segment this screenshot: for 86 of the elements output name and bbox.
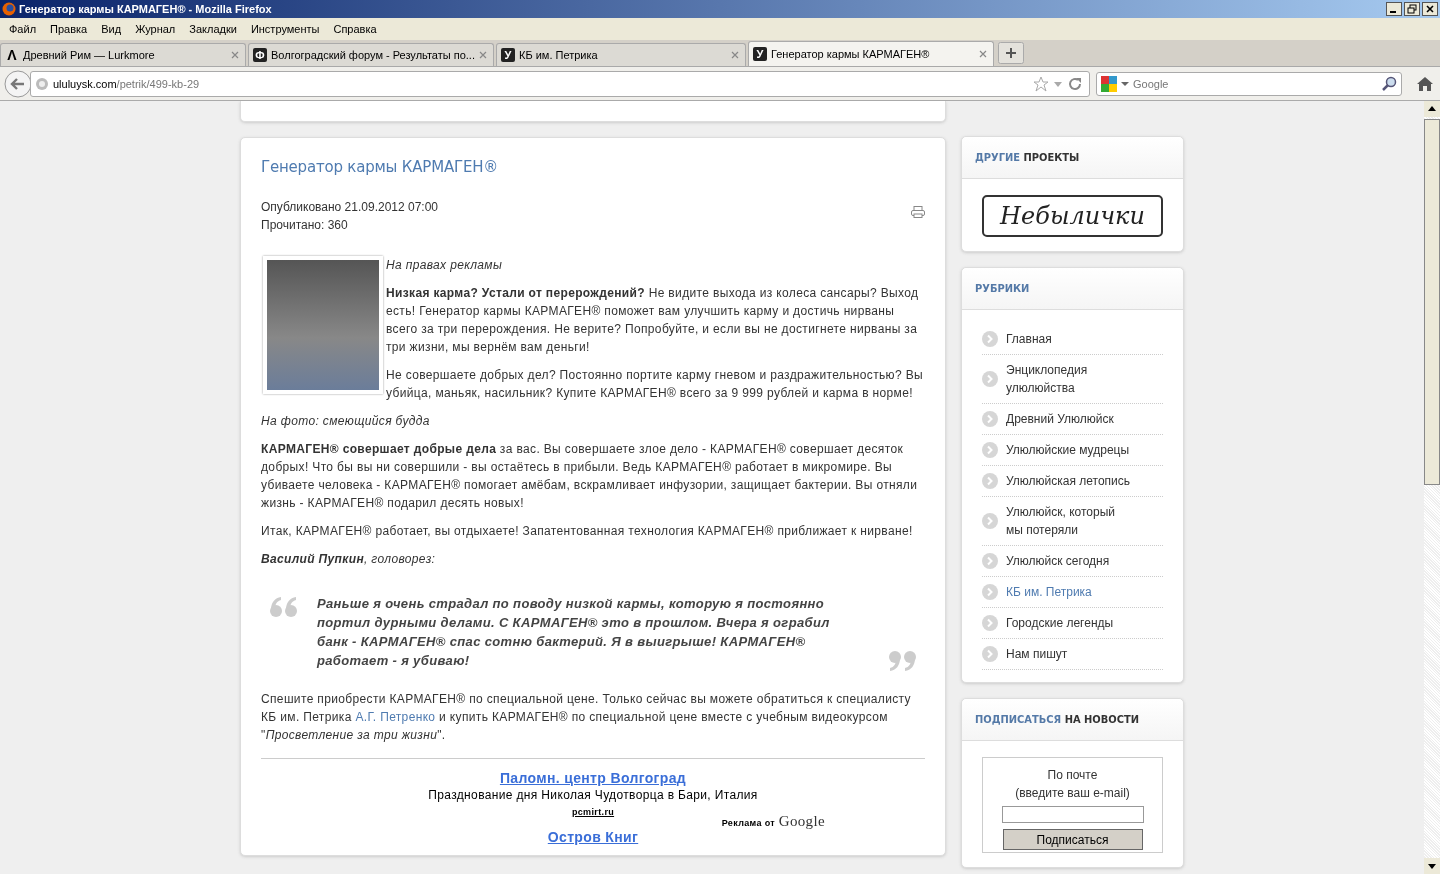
email-input[interactable] bbox=[1001, 806, 1144, 823]
menu-item[interactable]: Правка bbox=[43, 23, 95, 35]
browser-tab[interactable]: Ф Волгоградский форум - Результаты по... bbox=[248, 43, 494, 66]
rubric-link[interactable]: КБ им. Петрика bbox=[1006, 583, 1092, 601]
menu-item[interactable]: Вид bbox=[94, 23, 129, 35]
home-icon[interactable] bbox=[1416, 74, 1434, 93]
widget-heading: РУБРИКИ bbox=[962, 268, 1183, 310]
browser-tab[interactable]: У Генератор кармы КАРМАГЕН® bbox=[748, 41, 994, 66]
widget-heading: ДРУГИЕ ПРОЕКТЫ bbox=[962, 137, 1183, 179]
chevron-bullet-icon bbox=[982, 513, 998, 529]
new-tab-icon[interactable] bbox=[998, 42, 1024, 64]
restore-icon[interactable] bbox=[1404, 2, 1420, 16]
ads-by-google[interactable]: Реклама от Google bbox=[721, 812, 825, 832]
subscribe-label: (введите ваш e-mail) bbox=[1015, 785, 1130, 802]
scrollbar[interactable] bbox=[1424, 101, 1440, 874]
article-title[interactable]: Генератор кармы КАРМАГЕН® bbox=[261, 158, 925, 176]
address-field[interactable]: ululuysk.com/petrik/499-kb-29 bbox=[30, 70, 1090, 97]
printer-icon[interactable] bbox=[911, 206, 925, 218]
window-title: Генератор кармы КАРМАГЕН® - Mozilla Firefox bbox=[19, 3, 273, 15]
menu-item[interactable]: Закладки bbox=[182, 23, 244, 35]
chevron-bullet-icon bbox=[982, 615, 998, 631]
rubric-link[interactable]: Городские легенды bbox=[1006, 614, 1114, 632]
search-field[interactable]: Google bbox=[1096, 71, 1402, 96]
menu-item[interactable]: Журнал bbox=[128, 23, 183, 35]
quote-mark-icon bbox=[269, 596, 299, 618]
favicon: Ф bbox=[253, 48, 267, 62]
reload-icon[interactable] bbox=[1067, 75, 1083, 92]
search-icon[interactable] bbox=[1381, 75, 1397, 92]
rubric-link[interactable]: Улюлюйская летопись bbox=[1006, 472, 1131, 490]
photo-caption: На фото: смеющийся будда bbox=[261, 413, 431, 430]
rubric-link[interactable]: Нам пишут bbox=[1006, 645, 1068, 663]
chevron-bullet-icon bbox=[982, 553, 998, 569]
ad-description: Празднование дня Николая Чудотворца в Бари, Италия bbox=[427, 788, 759, 802]
quote-mark-icon bbox=[887, 650, 917, 672]
chevron-bullet-icon bbox=[982, 473, 998, 489]
dropdown-icon[interactable] bbox=[1121, 79, 1129, 88]
subscribe-label: По почте bbox=[1047, 767, 1098, 784]
rubric-link[interactable]: Энциклопедия улюлюйства bbox=[1006, 361, 1131, 397]
globe-icon bbox=[35, 76, 49, 91]
browser-tab[interactable]: У КБ им. Петрика bbox=[496, 43, 746, 66]
ad-url-link[interactable]: pcmirt.ru bbox=[571, 807, 615, 818]
close-icon[interactable] bbox=[1422, 2, 1438, 16]
rubric-link[interactable]: Улюлюйск сегодня bbox=[1006, 552, 1110, 570]
chevron-bullet-icon bbox=[982, 371, 998, 387]
tab-label: Генератор кармы КАРМАГЕН® bbox=[771, 48, 931, 60]
view-count: Прочитано: 360 bbox=[261, 217, 349, 234]
rubric-link[interactable]: Главная bbox=[1006, 330, 1052, 348]
author-link[interactable]: А.Г. Петренко bbox=[355, 710, 436, 724]
publish-date: Опубликовано 21.09.2012 07:00 bbox=[261, 199, 439, 216]
favicon: Λ bbox=[6, 48, 18, 62]
article-paragraph: Низкая карма? Устали от перерождений? Не видите выхода из колеса сансары? Выход есть! Генератор кармы КАРМАГЕН® поможет вам улучшить карму и достичь нирваны всего за три перерождения. Не верите? Попробуйте, и если вы не достигнете нирваны за три жизни, мы вернём вам деньги! bbox=[386, 285, 920, 356]
chevron-bullet-icon bbox=[982, 331, 998, 347]
subscribe-button[interactable]: Подписаться bbox=[1002, 829, 1143, 850]
tab-label: КБ им. Петрика bbox=[519, 49, 599, 61]
widget-heading: ПОДПИСАТЬСЯ НА НОВОСТИ bbox=[962, 699, 1183, 741]
back-icon[interactable] bbox=[4, 69, 32, 98]
ad-title-link[interactable]: Остров Книг bbox=[547, 829, 639, 845]
ad-note: На правах рекламы bbox=[386, 257, 504, 274]
minimize-icon[interactable] bbox=[1386, 2, 1402, 16]
chevron-bullet-icon bbox=[982, 584, 998, 600]
chevron-bullet-icon bbox=[982, 411, 998, 427]
menu-item[interactable]: Файл bbox=[2, 23, 44, 35]
ad-title-link[interactable]: Паломн. центр Волгоград bbox=[499, 770, 687, 786]
menu-item[interactable]: Инструменты bbox=[243, 23, 327, 35]
rubric-link[interactable]: Древний Улюлюйск bbox=[1006, 410, 1114, 428]
chevron-bullet-icon bbox=[982, 442, 998, 458]
rubric-link[interactable]: Улюлюйские мудрецы bbox=[1006, 441, 1130, 459]
star-icon[interactable] bbox=[1033, 75, 1049, 92]
chevron-bullet-icon bbox=[982, 646, 998, 662]
closing-paragraph: Спешите приобрести КАРМАГЕН® по специальной цене. Только сейчас вы можете обратиться к специалисту КБ им. Петрика А.Г. Петренко и купить КАРМАГЕН® по специальной цене вместе с учебным видеокурсом "Просветление за три жизни". bbox=[261, 691, 912, 744]
scroll-thumb[interactable] bbox=[1424, 119, 1440, 485]
scroll-up-icon[interactable] bbox=[1424, 101, 1440, 117]
banner-link[interactable]: Небылички bbox=[982, 195, 1163, 237]
article-paragraph: КАРМАГЕН® совершает добрые дела за вас. Вы совершаете злое дело - КАРМАГЕН® совершает десяток добрых! Что бы вы ни совершили - вы остаётесь в прибыли. Ведь КАРМАГЕН® работает в микромире. Вы убиваете человека - КАРМАГЕН® помогает амёбам, вскрамливает инфузории, защищает бактерии. Вы отняли жизнь - КАРМАГЕН® подарил десять новых! bbox=[261, 441, 919, 512]
rubric-link[interactable]: Улюлюйск, который мы потеряли bbox=[1006, 503, 1131, 539]
testimonial-quote: Раньше я очень страдал по поводу низкой кармы, которую я постоянно портил дурными делами. С КАРМАГЕН® это в прошлом. Вчера я ограбил банк - КАРМАГЕН® спас сотню бактерий. Я в выигрыше! КАРМАГЕН® работает - я убиваю! bbox=[317, 595, 831, 670]
quote-author: Василий Пупкин, головорез: bbox=[261, 551, 437, 568]
tab-label: Древний Рим — Lurkmore bbox=[23, 49, 156, 61]
browser-tab[interactable]: Λ Древний Рим — Lurkmore bbox=[0, 43, 246, 66]
menu-item[interactable]: Справка bbox=[326, 23, 384, 35]
article-paragraph: Итак, КАРМАГЕН® работает, вы отдыхаете! Запатентованная технология КАРМАГЕН® приближает к нирване! bbox=[261, 523, 914, 540]
scroll-down-icon[interactable] bbox=[1424, 858, 1440, 874]
article-paragraph: Не совершаете добрых дел? Постоянно портите карму гневом и раздражительностью? Вы убийца, маньяк, насильник? Купите КАРМАГЕН® всего за 9 999 рублей и карма в норме! bbox=[386, 367, 924, 402]
favicon: У bbox=[501, 48, 515, 62]
favicon: У bbox=[753, 47, 767, 61]
tab-label: Волгоградский форум - Результаты по... bbox=[271, 49, 475, 61]
